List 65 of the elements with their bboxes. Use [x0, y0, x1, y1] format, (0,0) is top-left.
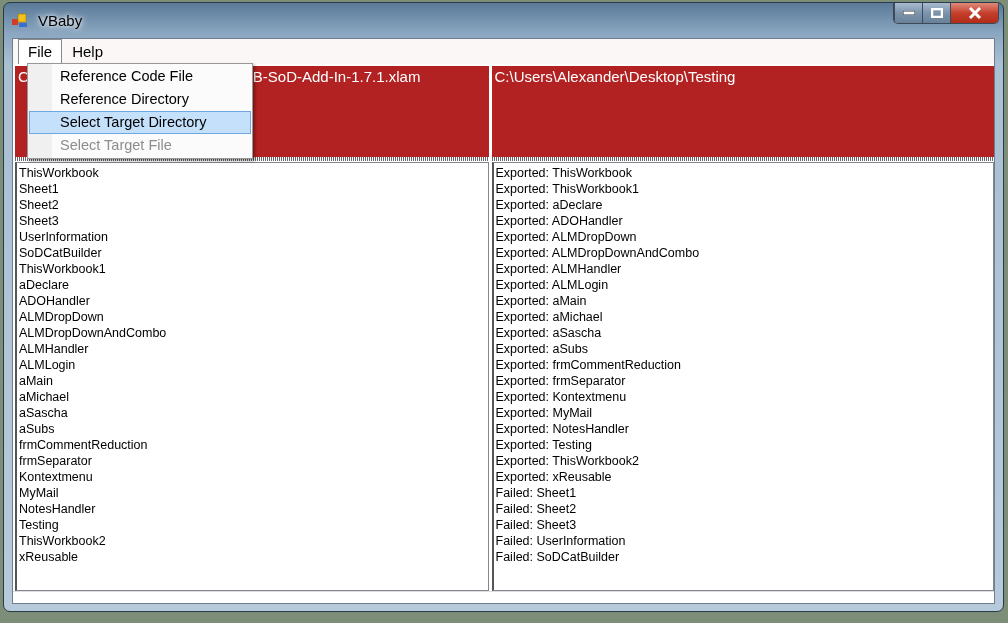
- list-item[interactable]: ALMDropDown: [19, 309, 488, 325]
- window-title: VBaby: [38, 12, 83, 29]
- list-item[interactable]: Failed: UserInformation: [495, 533, 993, 549]
- list-item[interactable]: Sheet2: [19, 197, 488, 213]
- list-item[interactable]: Exported: aDeclare: [495, 197, 993, 213]
- list-item[interactable]: Exported: ThisWorkbook: [495, 165, 993, 181]
- list-item[interactable]: Exported: Testing: [495, 437, 993, 453]
- list-item[interactable]: Kontextmenu: [19, 469, 488, 485]
- list-item[interactable]: Exported: NotesHandler: [495, 421, 993, 437]
- list-item[interactable]: frmSeparator: [19, 453, 488, 469]
- list-item[interactable]: aSascha: [19, 405, 488, 421]
- list-item[interactable]: Exported: aMichael: [495, 309, 993, 325]
- list-item[interactable]: Exported: Kontextmenu: [495, 389, 993, 405]
- path-text: B-SoD-Add-In-1.7.1.xlam: [252, 68, 421, 85]
- list-item[interactable]: xReusable: [19, 549, 488, 565]
- list-item[interactable]: Testing: [19, 517, 488, 533]
- list-item[interactable]: aSubs: [19, 421, 488, 437]
- list-item[interactable]: frmCommentReduction: [19, 437, 488, 453]
- list-item[interactable]: UserInformation: [19, 229, 488, 245]
- maximize-icon: [930, 8, 943, 18]
- list-item[interactable]: Failed: Sheet2: [495, 501, 993, 517]
- menu-item[interactable]: File: [18, 39, 63, 64]
- list-item[interactable]: Exported: ALMHandler: [495, 261, 993, 277]
- list-item[interactable]: Exported: ALMLogin: [495, 277, 993, 293]
- menu-item[interactable]: Help: [62, 39, 114, 64]
- list-item[interactable]: ThisWorkbook1: [19, 261, 488, 277]
- list-item[interactable]: aMain: [19, 373, 488, 389]
- list-item[interactable]: ALMHandler: [19, 341, 488, 357]
- list-item[interactable]: Sheet1: [19, 181, 488, 197]
- list-item[interactable]: Exported: aSubs: [495, 341, 993, 357]
- menu-entry[interactable]: Reference Code File: [29, 65, 251, 88]
- list-item[interactable]: ALMDropDownAndCombo: [19, 325, 488, 341]
- list-item[interactable]: MyMail: [19, 485, 488, 501]
- list-item[interactable]: Exported: frmSeparator: [495, 373, 993, 389]
- maximize-button[interactable]: [922, 3, 950, 23]
- list-item[interactable]: Sheet3: [19, 213, 488, 229]
- close-button[interactable]: [950, 3, 998, 23]
- list-item[interactable]: SoDCatBuilder: [19, 245, 488, 261]
- list-item[interactable]: NotesHandler: [19, 501, 488, 517]
- list-item[interactable]: Exported: ThisWorkbook1: [495, 181, 993, 197]
- list-item[interactable]: Failed: Sheet3: [495, 517, 993, 533]
- list-item[interactable]: ThisWorkbook: [19, 165, 488, 181]
- list-item[interactable]: ADOHandler: [19, 293, 488, 309]
- list-item[interactable]: Exported: ALMDropDownAndCombo: [495, 245, 993, 261]
- list-item[interactable]: Exported: ThisWorkbook2: [495, 453, 993, 469]
- list-item[interactable]: Failed: SoDCatBuilder: [495, 549, 993, 565]
- list-item[interactable]: Exported: aSascha: [495, 325, 993, 341]
- list-item[interactable]: ThisWorkbook2: [19, 533, 488, 549]
- minimize-button[interactable]: [894, 3, 922, 23]
- list-item[interactable]: Exported: xReusable: [495, 469, 993, 485]
- list-item[interactable]: ALMLogin: [19, 357, 488, 373]
- close-icon: [967, 7, 982, 19]
- minimize-icon: [902, 11, 915, 15]
- list-item[interactable]: aMichael: [19, 389, 488, 405]
- list-item[interactable]: Exported: MyMail: [495, 405, 993, 421]
- list-item[interactable]: Exported: frmCommentReduction: [495, 357, 993, 373]
- path-text: C:\Users\Alexander\Desktop\Testing: [494, 68, 736, 85]
- menu-entry[interactable]: Reference Directory: [29, 88, 251, 111]
- menu-entry[interactable]: Select Target Directory: [29, 111, 251, 134]
- list-item[interactable]: Failed: Sheet1: [495, 485, 993, 501]
- list-item[interactable]: aDeclare: [19, 277, 488, 293]
- list-item[interactable]: Exported: aMain: [495, 293, 993, 309]
- list-item[interactable]: Exported: ADOHandler: [495, 213, 993, 229]
- list-item[interactable]: Exported: ALMDropDown: [495, 229, 993, 245]
- app-icon: [12, 12, 30, 29]
